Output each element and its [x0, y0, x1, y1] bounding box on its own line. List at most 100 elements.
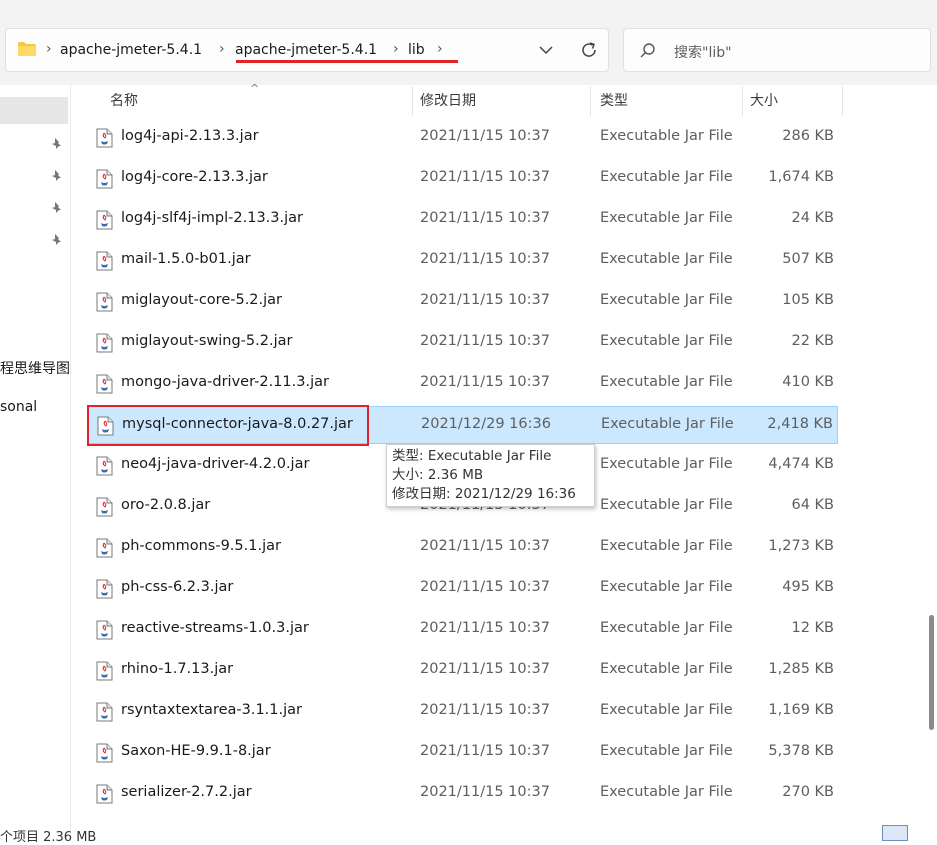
pin-icon[interactable]	[50, 169, 64, 183]
file-size: 1,674 KB	[768, 169, 834, 185]
file-date: 2021/11/15 10:37	[420, 374, 550, 390]
nav-item-mindmap[interactable]: 程思维导图	[0, 358, 70, 378]
file-type: Executable Jar File	[600, 128, 733, 144]
search-input[interactable]: 搜索"lib"	[674, 42, 732, 62]
jar-file-icon	[96, 333, 113, 353]
details-view-button[interactable]	[882, 825, 908, 841]
file-name: log4j-slf4j-impl-2.13.3.jar	[121, 210, 303, 226]
column-divider[interactable]	[412, 86, 413, 116]
jar-file-icon	[96, 497, 113, 517]
column-divider[interactable]	[842, 86, 843, 116]
file-date: 2021/11/15 10:37	[420, 743, 550, 759]
pin-icon[interactable]	[50, 137, 64, 151]
column-size[interactable]: 大小	[750, 86, 778, 116]
nav-item-personal[interactable]: sonal	[0, 399, 37, 415]
file-row[interactable]: miglayout-core-5.2.jar 2021/11/15 10:37 Ex…	[88, 283, 838, 321]
file-row[interactable]: serializer-2.7.2.jar 2021/11/15 10:37 Exec…	[88, 775, 838, 813]
file-date: 2021/11/15 10:37	[420, 784, 550, 800]
file-row[interactable]: reactive-streams-1.0.3.jar 2021/11/15 10:…	[88, 611, 838, 649]
file-row[interactable]: rhino-1.7.13.jar 2021/11/15 10:37 Executab…	[88, 652, 838, 690]
jar-file-icon	[96, 251, 113, 271]
file-row[interactable]: mongo-java-driver-2.11.3.jar 2021/11/15 1…	[88, 365, 838, 403]
file-type: Executable Jar File	[600, 784, 733, 800]
file-date: 2021/11/15 10:37	[420, 292, 550, 308]
jar-file-icon	[96, 374, 113, 394]
tiles-view-button[interactable]	[914, 825, 934, 841]
file-size: 24 KB	[791, 210, 834, 226]
chevron-right-icon: ›	[393, 41, 399, 57]
column-date[interactable]: 修改日期	[420, 86, 476, 116]
file-type: Executable Jar File	[600, 538, 733, 554]
file-type: Executable Jar File	[600, 210, 733, 226]
file-name: reactive-streams-1.0.3.jar	[121, 620, 309, 636]
file-date: 2021/11/15 10:37	[420, 251, 550, 267]
file-name: miglayout-core-5.2.jar	[121, 292, 283, 308]
nav-selected-item[interactable]	[0, 97, 68, 124]
file-type: Executable Jar File	[600, 374, 733, 390]
chevron-right-icon: ›	[219, 41, 225, 57]
column-type[interactable]: 类型	[600, 86, 628, 116]
file-name: oro-2.0.8.jar	[121, 497, 211, 513]
jar-file-icon	[96, 456, 113, 476]
pin-icon[interactable]	[50, 233, 64, 247]
file-date: 2021/11/15 10:37	[420, 702, 550, 718]
file-size: 105 KB	[782, 292, 834, 308]
file-name: log4j-api-2.13.3.jar	[121, 128, 259, 144]
file-row[interactable]: miglayout-swing-5.2.jar 2021/11/15 10:37 E…	[88, 324, 838, 362]
navigation-pane: 程思维导图 sonal	[0, 85, 71, 841]
breadcrumb-apache-jmeter-inner[interactable]: apache-jmeter-5.4.1	[235, 42, 377, 58]
tooltip-size: 大小: 2.36 MB	[392, 467, 484, 483]
chevron-right-icon: ›	[46, 41, 52, 57]
file-size: 1,273 KB	[768, 538, 834, 554]
file-date: 2021/11/15 10:37	[420, 579, 550, 595]
file-date: 2021/11/15 10:37	[420, 210, 550, 226]
file-tooltip: 类型: Executable Jar File 大小: 2.36 MB 修改日期…	[386, 444, 595, 507]
top-bar: › apache-jmeter-5.4.1 › apache-jmeter-5.…	[0, 0, 937, 85]
search-box[interactable]: 搜索"lib"	[623, 28, 931, 72]
file-row[interactable]: mail-1.5.0-b01.jar 2021/11/15 10:37 Execut…	[88, 242, 838, 280]
chevron-down-icon[interactable]	[536, 40, 556, 60]
file-date: 2021/11/15 10:37	[420, 169, 550, 185]
file-name: Saxon-HE-9.9.1-8.jar	[121, 743, 271, 759]
pin-icon[interactable]	[50, 201, 64, 215]
file-name: serializer-2.7.2.jar	[121, 784, 252, 800]
file-type: Executable Jar File	[600, 661, 733, 677]
file-size: 22 KB	[791, 333, 834, 349]
file-date: 2021/11/15 10:37	[420, 333, 550, 349]
file-size: 507 KB	[782, 251, 834, 267]
breadcrumb-apache-jmeter[interactable]: apache-jmeter-5.4.1	[60, 42, 202, 58]
refresh-icon[interactable]	[578, 39, 600, 61]
file-name: rsyntaxtextarea-3.1.1.jar	[121, 702, 303, 718]
address-bar[interactable]: › apache-jmeter-5.4.1 › apache-jmeter-5.…	[5, 28, 609, 72]
file-size: 286 KB	[782, 128, 834, 144]
red-annotation-underline	[236, 60, 458, 63]
file-name: ph-css-6.2.3.jar	[121, 579, 234, 595]
jar-file-icon	[96, 743, 113, 763]
file-type: Executable Jar File	[600, 251, 733, 267]
file-size: 270 KB	[782, 784, 834, 800]
tooltip-date: 修改日期: 2021/12/29 16:36	[392, 486, 576, 502]
file-row[interactable]: rsyntaxtextarea-3.1.1.jar 2021/11/15 10:3…	[88, 693, 838, 731]
file-row[interactable]: ph-commons-9.5.1.jar 2021/11/15 10:37 Exec…	[88, 529, 838, 567]
scrollbar-thumb[interactable]	[929, 615, 934, 730]
file-row[interactable]: Saxon-HE-9.9.1-8.jar 2021/11/15 10:37 Exec…	[88, 734, 838, 772]
file-date: 2021/11/15 10:37	[420, 620, 550, 636]
breadcrumb-lib[interactable]: lib	[408, 42, 425, 58]
jar-file-icon	[96, 292, 113, 312]
file-name: mongo-java-driver-2.11.3.jar	[121, 374, 329, 390]
column-divider[interactable]	[742, 86, 743, 116]
file-date: 2021/11/15 10:37	[420, 661, 550, 677]
file-row[interactable]: ph-css-6.2.3.jar 2021/11/15 10:37 Executab…	[88, 570, 838, 608]
file-type: Executable Jar File	[600, 743, 733, 759]
sort-ascending-icon: ^	[250, 82, 260, 95]
column-divider[interactable]	[590, 86, 591, 116]
jar-file-icon	[96, 579, 113, 599]
file-type: Executable Jar File	[600, 456, 733, 472]
file-size: 4,474 KB	[768, 456, 834, 472]
file-type: Executable Jar File	[600, 333, 733, 349]
file-type: Executable Jar File	[600, 169, 733, 185]
file-row[interactable]: log4j-slf4j-impl-2.13.3.jar 2021/11/15 10…	[88, 201, 838, 239]
file-row[interactable]: log4j-api-2.13.3.jar 2021/11/15 10:37 Exec…	[88, 119, 838, 157]
column-name[interactable]: 名称	[110, 86, 138, 116]
file-row[interactable]: log4j-core-2.13.3.jar 2021/11/15 10:37 Exe…	[88, 160, 838, 198]
